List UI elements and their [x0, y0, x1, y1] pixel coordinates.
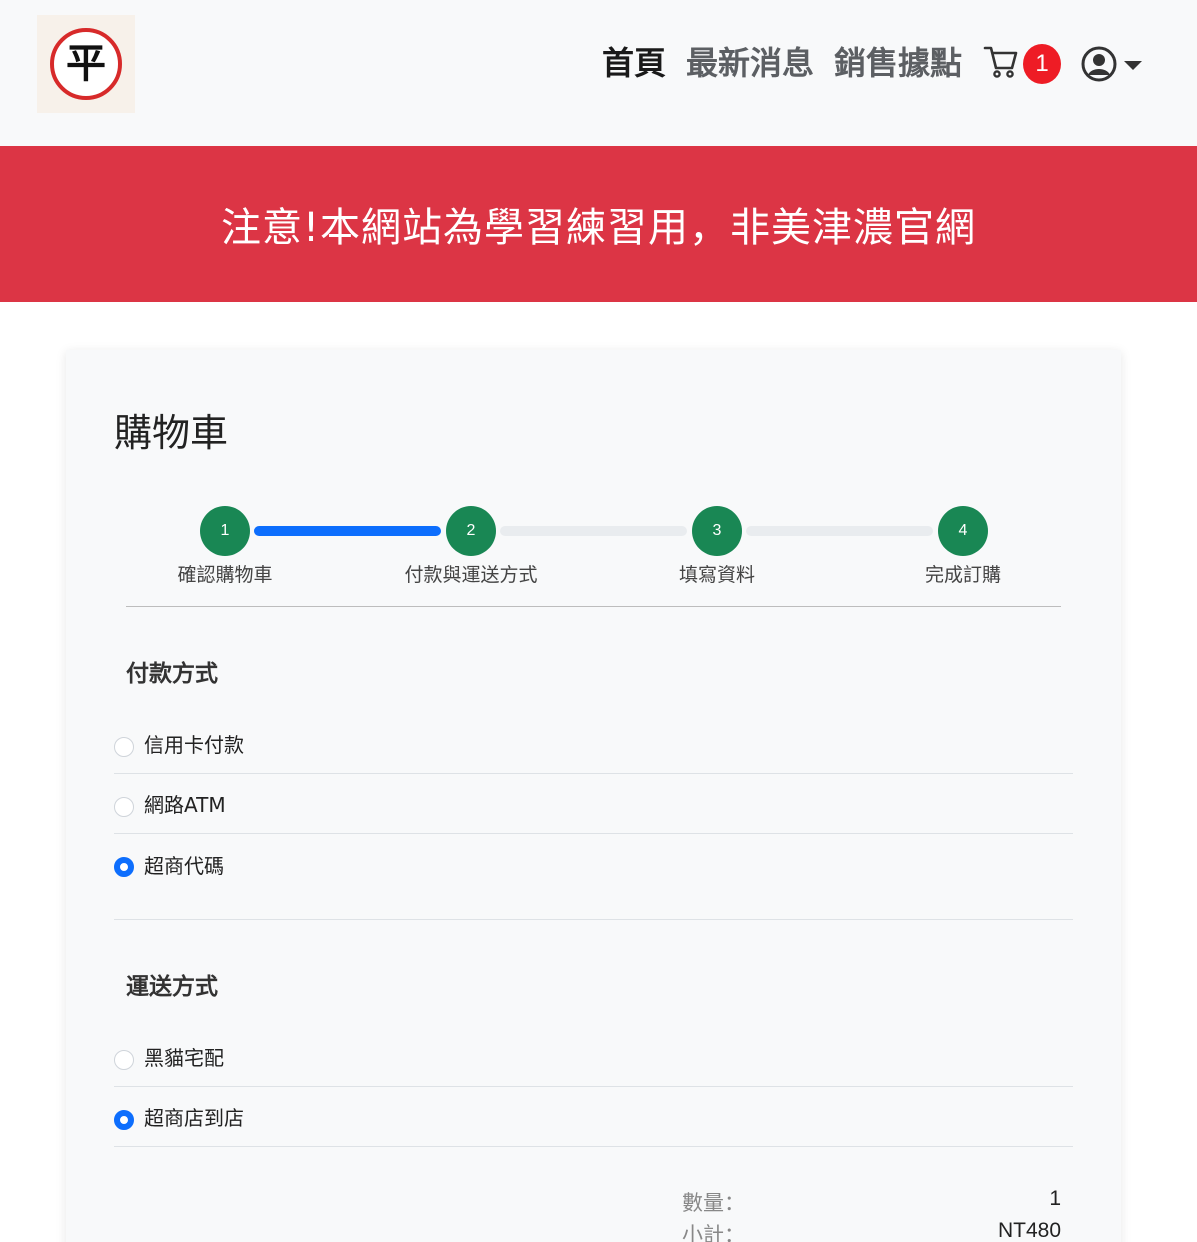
cart-button[interactable]: 1 — [983, 42, 1063, 86]
summary-subtotal: 小計： NT480 — [682, 1219, 1061, 1242]
shipping-section-title: 運送方式 — [126, 974, 218, 1000]
step-1-label: 確認購物車 — [177, 564, 273, 586]
radio-credit-card[interactable] — [114, 736, 134, 757]
nav-link-stores[interactable]: 銷售據點 — [834, 42, 962, 84]
option-label: 黑貓宅配 — [144, 1046, 224, 1070]
step-progress-3 — [746, 526, 933, 536]
shipping-option-store-pickup[interactable]: 超商店到店 — [114, 1087, 1073, 1147]
summary-quantity: 數量： 1 — [682, 1187, 1061, 1217]
section-divider — [114, 919, 1073, 920]
subtotal-value: NT480 — [997, 1219, 1061, 1242]
radio-home-delivery[interactable] — [114, 1049, 134, 1070]
user-avatar-icon — [1081, 46, 1117, 82]
notice-banner: 注意!本網站為學習練習用，非美津濃官網 — [0, 146, 1197, 302]
option-label: 超商代碼 — [144, 853, 224, 878]
checkout-stepper: 1 2 3 4 確認購物車 付款與運送方式 填寫資料 完成訂購 — [126, 505, 1061, 607]
cart-count-badge: 1 — [1023, 44, 1061, 84]
radio-atm[interactable] — [114, 796, 134, 817]
option-label: 超商店到店 — [144, 1106, 244, 1130]
step-progress-2 — [500, 526, 687, 536]
step-1-circle: 1 — [200, 506, 250, 556]
step-2-label: 付款與運送方式 — [404, 564, 538, 586]
logo-mark: 平 — [50, 28, 122, 100]
nav-link-news[interactable]: 最新消息 — [686, 42, 814, 84]
option-label: 網路ATM — [144, 793, 226, 817]
radio-store-code[interactable] — [114, 857, 134, 877]
step-2-circle: 2 — [446, 506, 496, 556]
main-nav: 首頁 最新消息 銷售據點 — [602, 42, 962, 84]
step-3-label: 填寫資料 — [678, 564, 756, 586]
cart-icon — [983, 46, 1018, 78]
step-4-circle: 4 — [938, 506, 988, 556]
user-menu-toggle[interactable] — [1080, 44, 1146, 84]
payment-option-store-code[interactable]: 超商代碼 — [114, 834, 1073, 894]
quantity-value: 1 — [1049, 1187, 1061, 1210]
payment-section-title: 付款方式 — [126, 661, 218, 687]
payment-option-credit-card[interactable]: 信用卡付款 — [114, 714, 1073, 774]
radio-store-pickup[interactable] — [114, 1109, 134, 1130]
site-logo[interactable]: 平 — [37, 15, 135, 113]
payment-option-atm[interactable]: 網路ATM — [114, 774, 1073, 834]
step-3-circle: 3 — [692, 506, 742, 556]
page-title: 購物車 — [114, 411, 229, 455]
notice-text: 注意!本網站為學習練習用，非美津濃官網 — [220, 205, 977, 251]
cart-card: 購物車 1 2 3 4 確認購物車 付款與運送方式 填寫資料 完成訂購 付款方式… — [66, 350, 1121, 1242]
navbar: 平 首頁 最新消息 銷售據點 1 — [0, 0, 1197, 146]
subtotal-label: 小計： — [682, 1223, 745, 1242]
quantity-label: 數量： — [682, 1191, 745, 1215]
chevron-down-icon — [1124, 60, 1142, 70]
nav-link-home[interactable]: 首頁 — [602, 42, 666, 84]
step-4-label: 完成訂購 — [924, 564, 1002, 586]
shipping-option-home-delivery[interactable]: 黑貓宅配 — [114, 1027, 1073, 1087]
step-progress-1 — [254, 526, 441, 536]
option-label: 信用卡付款 — [144, 733, 244, 757]
